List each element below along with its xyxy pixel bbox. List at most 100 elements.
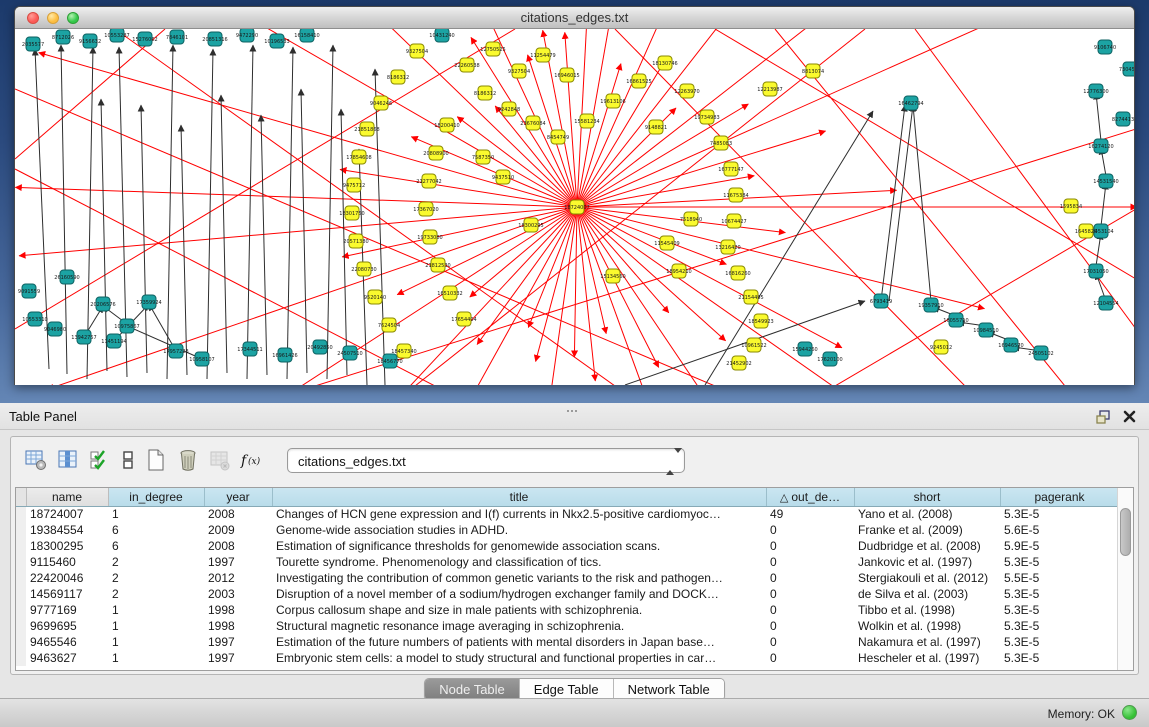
network-node[interactable]: 10961522 [741,338,766,352]
network-node[interactable]: 19733080 [417,230,442,244]
network-node[interactable]: 23676084 [520,116,545,130]
network-node[interactable]: 17359924 [136,295,161,309]
network-node[interactable]: 2035577 [22,37,44,51]
network-node[interactable]: 17367020 [413,202,438,216]
network-node[interactable]: 9106740 [1094,40,1116,54]
table-cell[interactable]: 18300295 [26,538,108,554]
table-cell[interactable]: 5.3E-5 [1000,618,1119,634]
network-node[interactable]: 22080730 [351,262,376,276]
network-node[interactable]: 16510332 [437,286,462,300]
network-node[interactable]: 16158410 [294,29,319,42]
table-cell[interactable]: Structural magnetic resonance image aver… [272,618,766,634]
table-row[interactable]: 911546021997Tourette syndrome. Phenomeno… [16,554,1119,570]
tab-edge-table[interactable]: Edge Table [520,679,614,700]
network-node[interactable]: 15581234 [574,114,599,128]
network-node[interactable]: 12750525 [480,42,505,56]
table-cell[interactable]: Dudbridge et al. (2008) [854,538,1000,554]
citation-network-graph[interactable]: 2035577871202691566321055328715276062784… [15,29,1134,385]
network-node[interactable]: 7624504 [378,318,400,332]
network-node[interactable]: 26160590 [54,270,79,284]
network-node[interactable]: 9475712 [343,178,365,192]
table-cell[interactable]: 5.5E-5 [1000,570,1119,586]
network-node[interactable]: 7304520 [1119,62,1134,76]
table-cell[interactable]: 5.3E-5 [1000,634,1119,650]
network-node[interactable]: 17854608 [346,150,371,164]
table-cell[interactable]: 2 [108,570,204,586]
pane-divider-grip[interactable] [566,400,582,406]
network-node[interactable]: 17031050 [1083,264,1108,278]
table-row[interactable]: 946554611997Estimation of the future num… [16,634,1119,650]
table-cell[interactable]: 1997 [204,650,272,666]
table-cell[interactable]: Genome-wide association studies in ADHD. [272,522,766,538]
table-cell[interactable]: 2003 [204,586,272,602]
column-header-in_degree[interactable]: in_degree [108,488,204,506]
function-builder-icon[interactable]: f(x) [239,447,265,473]
table-cell[interactable]: Changes of HCN gene expression and I(f) … [272,506,766,522]
network-node[interactable]: 7846101 [166,30,188,44]
table-cell[interactable]: 1 [108,506,204,522]
table-cell[interactable]: 2008 [204,538,272,554]
table-row[interactable]: 1872400712008Changes of HCN gene express… [16,506,1119,522]
column-header-pagerank[interactable]: pagerank [1000,488,1119,506]
network-node[interactable]: 12213987 [757,82,782,96]
table-cell[interactable]: Hescheler et al. (1997) [854,650,1000,666]
network-node[interactable]: 16777147 [718,162,743,176]
network-node[interactable]: 21452902 [726,356,751,370]
table-cell[interactable]: Estimation of the future numbers of pati… [272,634,766,650]
network-node[interactable]: 20851316 [202,32,227,46]
network-node[interactable]: 10958107 [189,352,214,366]
table-cell[interactable]: 1 [108,650,204,666]
network-node[interactable]: 20571380 [343,234,368,248]
table-cell[interactable]: Tibbo et al. (1998) [854,602,1000,618]
network-node[interactable]: 9327504 [406,44,428,58]
network-node[interactable]: 20492850 [307,340,332,354]
table-cell[interactable]: 19384554 [26,522,108,538]
network-node[interactable]: 9245012 [930,340,952,354]
scrollbar-thumb[interactable] [1120,508,1131,556]
table-cell[interactable]: 2008 [204,506,272,522]
table-cell[interactable]: 6 [108,522,204,538]
network-node[interactable]: 12263970 [674,84,699,98]
table-cell[interactable]: 1997 [204,634,272,650]
network-node[interactable]: 10431240 [429,29,454,42]
table-cell[interactable]: Disruption of a novel member of a sodium… [272,586,766,602]
delete-table-icon[interactable] [175,447,201,473]
table-cell[interactable]: 1 [108,634,204,650]
table-cell[interactable]: de Silva et al. (2003) [854,586,1000,602]
row-height-icon[interactable] [115,447,141,473]
table-cell[interactable]: 49 [766,506,854,522]
network-node[interactable]: 9472290 [236,29,258,42]
table-cell[interactable]: 0 [766,554,854,570]
column-header-name[interactable]: name [26,488,108,506]
network-node[interactable]: 16055710 [943,313,968,327]
network-node[interactable]: 8712026 [52,30,74,44]
network-node[interactable]: 11254479 [530,48,555,62]
table-cell[interactable]: 9699695 [26,618,108,634]
table-cell[interactable]: Wolkin et al. (1998) [854,618,1000,634]
table-cell[interactable]: Investigating the contribution of common… [272,570,766,586]
table-cell[interactable]: Jankovic et al. (1997) [854,554,1000,570]
table-cell[interactable]: 5.3E-5 [1000,586,1119,602]
table-cell[interactable]: 2012 [204,570,272,586]
network-node[interactable]: 16861525 [626,74,651,88]
network-node[interactable]: 8186312 [387,70,409,84]
network-node[interactable]: 20808900 [423,146,448,160]
table-cell[interactable]: 9777169 [26,602,108,618]
tab-node-table[interactable]: Node Table [425,679,520,700]
table-row[interactable]: 2242004622012Investigating the contribut… [16,570,1119,586]
network-node[interactable]: 16462794 [898,96,923,110]
network-node[interactable]: 7518940 [680,212,702,226]
table-cell[interactable]: 0 [766,586,854,602]
network-node[interactable]: 22260538 [454,58,479,72]
table-cell[interactable]: Corpus callosum shape and size in male p… [272,602,766,618]
table-cell[interactable]: Embryonic stem cells: a model to study s… [272,650,766,666]
table-cell[interactable]: 18724007 [26,506,108,522]
table-cell[interactable]: Nakamura et al. (1997) [854,634,1000,650]
network-node[interactable]: 14531540 [1093,174,1118,188]
select-rows-icon[interactable] [87,447,113,473]
network-node[interactable]: 18200410 [434,118,459,132]
network-canvas[interactable]: 2035577871202691566321055328715276062784… [15,29,1134,385]
table-row[interactable]: 1938455462009Genome-wide association stu… [16,522,1119,538]
network-node[interactable]: 11451194 [101,334,126,348]
network-node[interactable]: 11675384 [723,188,748,202]
